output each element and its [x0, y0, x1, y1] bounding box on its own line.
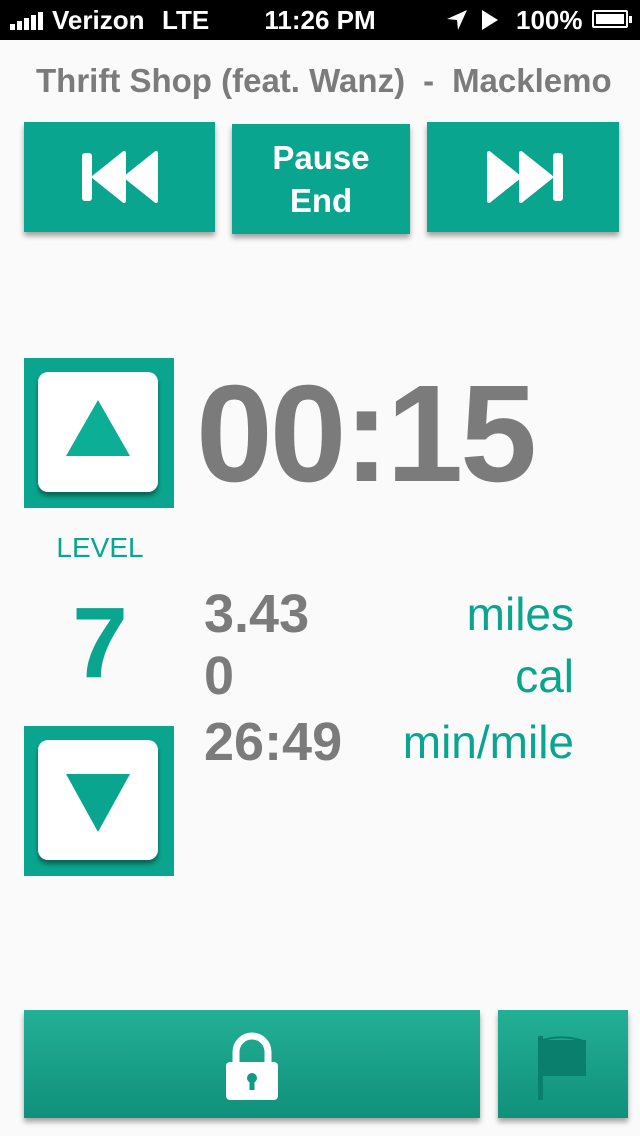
distance-unit: miles: [466, 588, 574, 640]
pace-unit: min/mile: [402, 716, 574, 768]
previous-track-button[interactable]: [24, 122, 215, 232]
level-down-button[interactable]: [24, 726, 174, 876]
skip-back-icon: [82, 151, 158, 203]
arrow-up-icon: [66, 400, 130, 456]
next-track-button[interactable]: [427, 122, 619, 232]
location-icon: [447, 10, 467, 30]
song-separator: -: [423, 62, 435, 99]
calories-unit: cal: [515, 650, 574, 702]
level-value: 7: [72, 587, 128, 699]
song-artist: Macklemo: [452, 62, 612, 99]
pause-label: Pause: [272, 139, 370, 176]
arrow-down-icon: [66, 774, 130, 832]
elapsed-time: 00:15: [196, 357, 537, 511]
level-label: LEVEL: [56, 532, 144, 563]
now-playing: Thrift Shop (feat. Wanz) - Macklemo: [0, 56, 640, 106]
flag-icon: [538, 1036, 587, 1100]
play-icon: [482, 10, 498, 30]
skip-forward-icon: [487, 151, 563, 203]
status-bar: Verizon LTE 11:26 PM 100%: [0, 0, 640, 40]
pause-end-button[interactable]: Pause End: [232, 124, 410, 234]
song-title: Thrift Shop (feat. Wanz): [36, 62, 406, 99]
pace-value: 26:49: [204, 712, 343, 772]
distance-value: 3.43: [204, 584, 310, 644]
calories-value: 0: [204, 646, 235, 706]
lock-button[interactable]: [24, 1010, 480, 1118]
flag-button[interactable]: [498, 1010, 628, 1118]
battery-icon: [592, 10, 632, 28]
battery-percent: 100%: [516, 5, 583, 35]
level-up-button[interactable]: [24, 358, 174, 508]
lock-icon: [226, 1032, 278, 1100]
end-label: End: [289, 182, 353, 219]
